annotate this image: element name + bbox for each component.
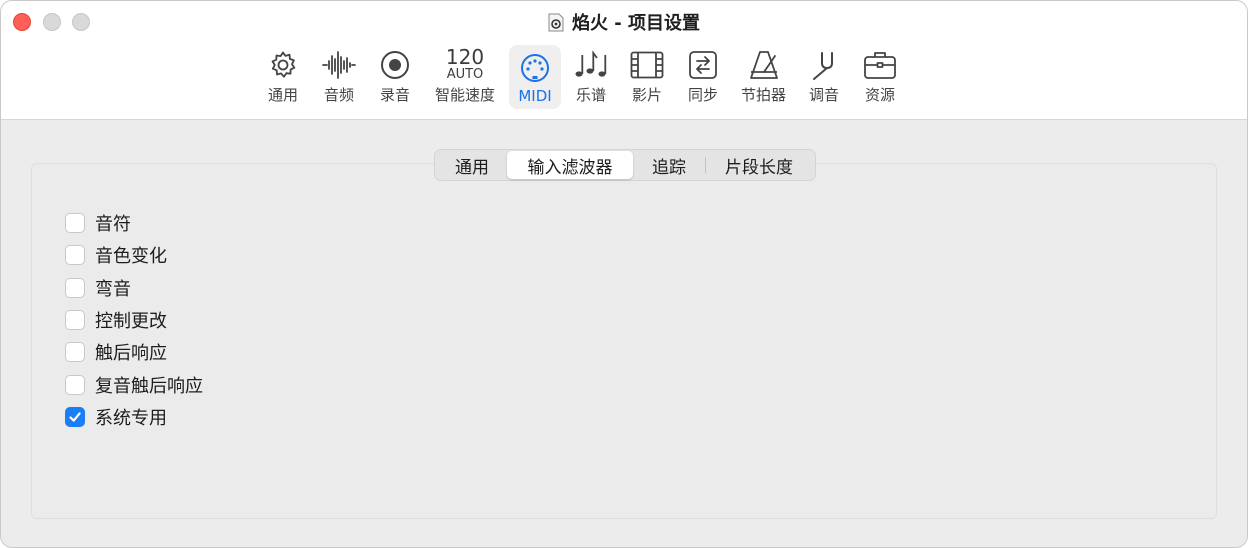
checkbox-label: 音符 xyxy=(95,214,131,236)
filter-row-pitch-bend[interactable]: 弯音 xyxy=(65,272,203,304)
tempo-mode: AUTO xyxy=(446,67,484,82)
tab-movie[interactable]: 影片 xyxy=(621,45,673,109)
tab-score[interactable]: 乐谱 xyxy=(565,45,617,109)
checkbox-label: 复音触后响应 xyxy=(95,375,203,397)
briefcase-icon xyxy=(862,49,898,81)
checkbox[interactable] xyxy=(65,213,85,234)
checkbox[interactable] xyxy=(65,277,85,298)
settings-panel xyxy=(31,163,1217,519)
tab-label: 调音 xyxy=(809,86,840,104)
checkbox-label: 弯音 xyxy=(95,278,131,300)
tab-label: 录音 xyxy=(379,86,410,104)
metronome-icon xyxy=(746,49,782,81)
tab-audio[interactable]: 音频 xyxy=(313,45,365,109)
tab-label: 同步 xyxy=(687,86,718,104)
checkbox[interactable] xyxy=(65,310,85,331)
tab-label: 音频 xyxy=(323,86,354,104)
tab-label: MIDI xyxy=(518,87,552,105)
checkbox-label: 音色变化 xyxy=(95,246,167,268)
waveform-icon xyxy=(321,49,357,81)
filter-row-poly-aftertouch[interactable]: 复音触后响应 xyxy=(65,368,203,400)
filter-row-system-exclusive[interactable]: 系统专用 xyxy=(65,401,203,433)
tab-label: 智能速度 xyxy=(434,86,495,104)
tempo-value: 120 xyxy=(445,45,485,69)
checkbox-label: 控制更改 xyxy=(95,311,167,333)
tempo-readout: 120 AUTO xyxy=(433,45,497,82)
checkbox-label: 系统专用 xyxy=(95,407,167,429)
checkbox[interactable] xyxy=(65,374,85,395)
gear-icon xyxy=(265,49,301,81)
tab-assets[interactable]: 资源 xyxy=(854,45,906,109)
tab-label: 资源 xyxy=(865,86,896,104)
filter-row-note[interactable]: 音符 xyxy=(65,207,203,239)
record-icon xyxy=(377,49,413,81)
checkbox[interactable] xyxy=(65,342,85,363)
tab-tuning[interactable]: 调音 xyxy=(798,45,850,109)
subtab-segmented-control: 通用 输入滤波器 追踪 片段长度 xyxy=(434,149,816,181)
filter-row-control-change[interactable]: 控制更改 xyxy=(65,304,203,336)
window-title: 焰火 - 项目设置 xyxy=(571,13,700,34)
subtab-input-filter[interactable]: 输入滤波器 xyxy=(507,151,633,179)
subtab-region-length[interactable]: 片段长度 xyxy=(706,151,812,179)
tab-general[interactable]: 通用 xyxy=(257,45,309,109)
project-settings-window: 焰火 - 项目设置 通用 音频 录音 120 AUTO 智能速度 MIDI 乐谱… xyxy=(0,0,1248,548)
filter-row-program-change[interactable]: 音色变化 xyxy=(65,239,203,271)
tab-label: 节拍器 xyxy=(741,86,787,104)
filter-row-aftertouch[interactable]: 触后响应 xyxy=(65,336,203,368)
tab-smart-tempo[interactable]: 120 AUTO 智能速度 xyxy=(425,45,505,109)
midi-connector-icon xyxy=(517,52,553,84)
settings-tabs: 通用 音频 录音 120 AUTO 智能速度 MIDI 乐谱 影片 同步 节拍器… xyxy=(257,45,906,109)
checkbox-label: 触后响应 xyxy=(95,343,167,365)
logic-project-document-icon xyxy=(548,13,564,31)
music-notes-icon xyxy=(573,49,609,81)
film-icon xyxy=(629,49,665,81)
tuning-fork-icon xyxy=(806,49,842,81)
tab-metronome[interactable]: 节拍器 xyxy=(733,45,794,109)
title-bar: 焰火 - 项目设置 xyxy=(1,9,1247,35)
input-filter-list: 音符 音色变化 弯音 控制更改 触后响应 复音触后响应 系统专用 xyxy=(65,207,203,433)
subtab-general[interactable]: 通用 xyxy=(437,151,507,179)
sync-icon xyxy=(685,49,721,81)
subtab-chase[interactable]: 追踪 xyxy=(633,151,705,179)
toolbar: 焰火 - 项目设置 通用 音频 录音 120 AUTO 智能速度 MIDI 乐谱… xyxy=(1,1,1247,120)
tab-midi[interactable]: MIDI xyxy=(509,45,561,109)
tab-label: 通用 xyxy=(267,86,298,104)
tab-sync[interactable]: 同步 xyxy=(677,45,729,109)
tab-label: 乐谱 xyxy=(575,86,606,104)
tab-recording[interactable]: 录音 xyxy=(369,45,421,109)
checkbox[interactable] xyxy=(65,245,85,266)
checkbox[interactable] xyxy=(65,406,85,427)
tab-label: 影片 xyxy=(631,86,662,104)
checkmark-icon xyxy=(69,412,81,422)
